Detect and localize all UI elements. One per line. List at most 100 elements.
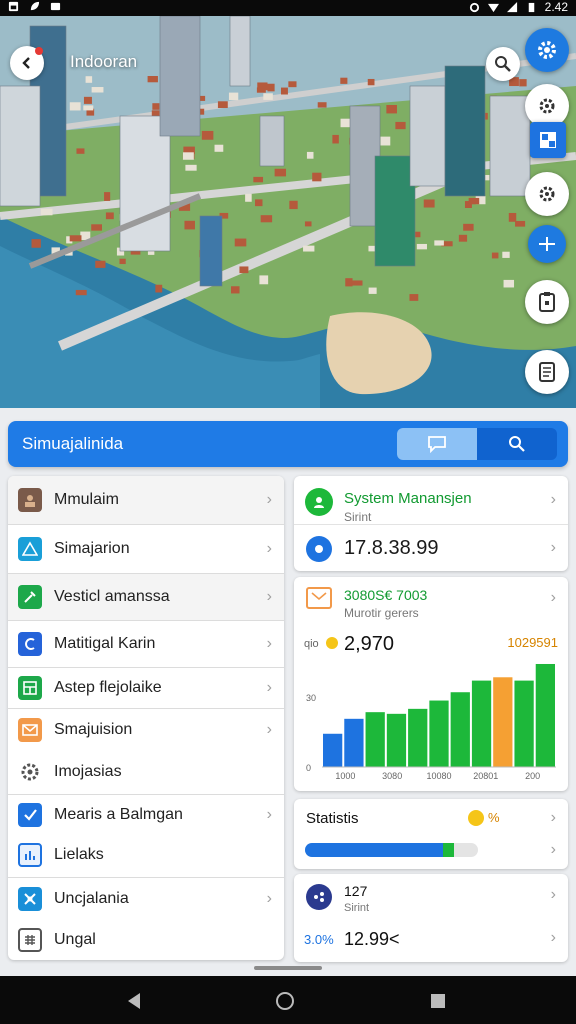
coin-icon <box>326 637 338 649</box>
download-icon <box>8 1 19 12</box>
chat-icon <box>428 436 446 453</box>
menu-list: Mmulaim › Simajarion › Vesticl amanssa ›… <box>8 476 284 960</box>
list-item-label: Lielaks <box>54 846 104 863</box>
list-item[interactable]: Ungal <box>8 920 284 960</box>
home-indicator <box>254 966 322 970</box>
zoom-button[interactable] <box>528 225 566 263</box>
back-button[interactable] <box>10 46 44 80</box>
chevron-right-icon: › <box>266 540 272 557</box>
dot-icon <box>306 536 332 562</box>
battery-icon <box>528 2 534 12</box>
bar-chart: 30 0 1000 3080 10080 20801 200 <box>306 663 556 781</box>
layers-icon <box>540 132 556 148</box>
home-circle-icon[interactable] <box>275 991 295 1011</box>
metrics-card[interactable]: 127 Sirint › 3.0% 12.99< › <box>294 874 568 962</box>
list-item[interactable]: Astep flejolaike › <box>8 668 284 708</box>
mail-icon <box>306 587 332 609</box>
network-icon <box>306 884 332 910</box>
check-icon <box>18 803 42 827</box>
list-item-label: Imojasias <box>54 763 122 780</box>
list-item[interactable]: Lielaks <box>8 835 284 875</box>
stats-badge: % <box>488 810 500 825</box>
y-tick-label: 30 <box>306 693 316 703</box>
mail-icon <box>18 718 42 742</box>
settings-button[interactable] <box>525 28 569 72</box>
bar <box>535 663 555 767</box>
wrench-icon <box>18 585 42 609</box>
bar <box>471 680 492 767</box>
chevron-right-icon: › <box>266 635 272 652</box>
x-tick-label: 20801 <box>473 771 498 781</box>
list-item[interactable]: Imojasias <box>8 751 284 793</box>
chevron-right-icon: › <box>550 589 556 606</box>
chevron-left-icon <box>22 57 30 69</box>
search-button[interactable] <box>486 47 520 81</box>
list-item[interactable]: Mmulaim › <box>8 476 284 524</box>
chevron-right-icon: › <box>550 886 556 903</box>
arrows-icon <box>539 237 555 251</box>
list-item[interactable]: Matitigal Karin › <box>8 621 284 667</box>
list-item[interactable]: Vesticl amanssa › <box>8 574 284 620</box>
toolbar-title: Simuajalinida <box>22 434 124 453</box>
layers-button[interactable] <box>530 122 566 158</box>
system-title: System Manansjen <box>344 490 472 507</box>
build-button[interactable] <box>525 172 569 216</box>
list-item[interactable]: Smajuision › <box>8 709 284 751</box>
divider <box>294 524 568 525</box>
bar <box>429 700 449 767</box>
bar <box>514 680 534 767</box>
chevron-right-icon: › <box>266 806 272 823</box>
satellite-icon <box>18 887 42 911</box>
list-item[interactable]: Mearis a Balmgan › <box>8 795 284 835</box>
city-map[interactable]: Indooran <box>0 16 576 408</box>
chevron-right-icon: › <box>266 588 272 605</box>
system-subtitle: Sirint <box>344 510 372 524</box>
notification-icon <box>50 2 61 11</box>
gear-tool-icon <box>539 98 555 114</box>
bar <box>450 692 470 767</box>
list-item-label: Vesticl amanssa <box>54 588 170 605</box>
list-item-label: Mmulaim <box>54 491 119 508</box>
search-icon <box>495 56 511 72</box>
system-value: 17.8.38.99 <box>344 537 439 559</box>
chart-card[interactable]: 3080S€ 7003 Murotir gerers › qio 2,970 1… <box>294 577 568 791</box>
recents-square-icon[interactable] <box>430 993 446 1009</box>
clipboard-button[interactable] <box>525 280 569 324</box>
system-card[interactable]: System Manansjen Sirint › 17.8.38.99 › <box>294 476 568 571</box>
stats-title: Statistis <box>306 810 359 827</box>
document-button[interactable] <box>525 350 569 394</box>
chart-card-title: 3080S€ 7003 <box>344 587 428 603</box>
chart-top-label: 1029591 <box>507 635 558 650</box>
status-time: 2.42 <box>544 0 568 14</box>
navigation-bar <box>0 976 576 1024</box>
keypad-icon <box>18 928 42 952</box>
layout-icon <box>18 676 42 700</box>
list-item-label: Simajarion <box>54 540 130 557</box>
user-icon <box>305 488 333 516</box>
x-tick-label: 200 <box>525 771 540 781</box>
wifi-icon <box>487 3 499 12</box>
back-triangle-icon[interactable] <box>126 992 142 1010</box>
chevron-right-icon: › <box>550 841 556 858</box>
chat-view-button[interactable] <box>397 428 477 460</box>
signal-icon <box>506 1 517 12</box>
x-tick-label: 10080 <box>426 771 451 781</box>
list-item[interactable]: Simajarion › <box>8 525 284 573</box>
metrics-title: 127 <box>344 883 368 899</box>
settings-status-icon <box>469 2 479 12</box>
gear-icon <box>18 760 42 784</box>
metrics-subtitle: Sirint <box>344 902 370 914</box>
document-icon <box>539 362 555 382</box>
chevron-right-icon: › <box>550 929 556 946</box>
list-item-label: Smajuision <box>54 721 133 738</box>
progress-fill <box>305 843 444 857</box>
chart-card-value: 2,970 <box>344 633 395 655</box>
progress-fill-secondary <box>443 843 454 857</box>
stats-card[interactable]: Statistis % › › <box>294 799 568 869</box>
list-item[interactable]: Uncjalania › <box>8 878 284 920</box>
app-toolbar: Simuajalinida <box>8 421 568 467</box>
chevron-right-icon: › <box>550 809 556 826</box>
metrics-prefix: 3.0% <box>304 932 334 947</box>
view-toggle <box>397 428 557 460</box>
search-view-button[interactable] <box>477 428 557 460</box>
